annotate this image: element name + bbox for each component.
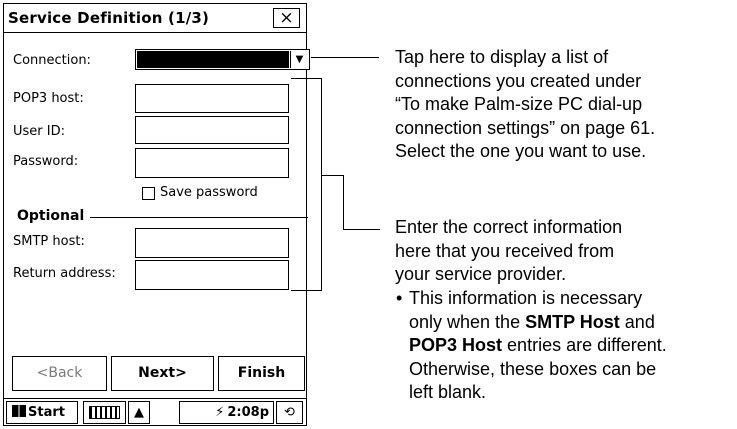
taskbar: Start ▲ ⚡ 2:08p ⟲ <box>4 398 306 426</box>
callout-line: here that you received from <box>395 240 615 261</box>
clock-tray[interactable]: ⚡ 2:08p <box>179 401 274 424</box>
pop3-host-term: POP3 Host <box>409 335 503 355</box>
bullet-note: • This information is necessary only whe… <box>396 287 736 405</box>
callout-line: connections you created under <box>395 70 642 91</box>
title-bar: Service Definition (1/3) × <box>4 4 306 33</box>
clock-time: 2:08p <box>227 405 269 420</box>
connection-icon: ⚡ <box>215 405 225 420</box>
connection-callout: Tap here to display a list of connection… <box>395 46 655 164</box>
up-arrow-icon[interactable]: ▲ <box>128 401 150 424</box>
finish-button[interactable]: Finish <box>218 356 305 391</box>
start-label: Start <box>28 405 65 420</box>
bullet-line: left blank. <box>409 382 487 402</box>
next-button[interactable]: Next> <box>111 356 214 391</box>
bracket-vertical <box>321 78 322 291</box>
bullet-line: Otherwise, these boxes can be <box>409 358 657 379</box>
callout-line: Select the one you want to use. <box>395 141 647 161</box>
pop3-host-input[interactable] <box>135 84 289 113</box>
callout-info-vertical <box>343 175 344 230</box>
bracket-top <box>291 78 322 79</box>
close-icon[interactable]: × <box>279 8 293 28</box>
sync-icon[interactable]: ⟲ <box>276 401 303 424</box>
return-address-label: Return address: <box>13 266 116 281</box>
password-input[interactable] <box>135 148 289 178</box>
window-title: Service Definition (1/3) <box>8 9 210 27</box>
bullet-text: only when the <box>409 311 521 332</box>
user-id-label: User ID: <box>13 124 65 139</box>
pop3-host-label: POP3 host: <box>13 91 84 106</box>
bullet-text: entries are different. <box>507 335 667 355</box>
bullet-text: and <box>624 311 655 332</box>
password-label: Password: <box>13 154 79 169</box>
callout-line: Tap here to display a list of <box>395 47 609 67</box>
save-password-label[interactable]: Save password <box>160 185 258 200</box>
callout-line: Enter the correct information <box>395 217 623 237</box>
callout-line: “To make Palm-size PC dial-up <box>395 94 643 114</box>
back-button[interactable]: <Back <box>12 356 107 391</box>
keyboard-icon <box>89 406 120 419</box>
callout-connector-connection <box>311 57 379 58</box>
return-address-input[interactable] <box>135 260 289 290</box>
bullet-glyph: • <box>396 288 403 308</box>
start-button[interactable]: Start <box>6 401 78 424</box>
save-password-checkbox[interactable] <box>142 187 155 200</box>
windows-logo-icon <box>12 405 26 417</box>
keyboard-button[interactable] <box>83 401 126 424</box>
callout-line: your service provider. <box>395 264 567 284</box>
connection-selected-value[interactable] <box>137 51 289 68</box>
smtp-host-label: SMTP host: <box>13 234 85 249</box>
bracket-mid-connector <box>321 175 344 176</box>
callout-info-horizontal <box>343 229 380 230</box>
smtp-host-input[interactable] <box>135 228 289 258</box>
bracket-bottom <box>291 290 322 291</box>
callout-line: connection settings” on page 61. <box>395 117 656 138</box>
connection-label: Connection: <box>13 53 91 68</box>
bullet-line: This information is necessary <box>409 288 643 308</box>
smtp-host-term: SMTP Host <box>525 311 620 332</box>
optional-section-label: Optional <box>17 208 85 224</box>
connection-select[interactable]: ▼ <box>135 49 310 70</box>
device-screen: Service Definition (1/3) × Connection: ▼… <box>3 3 310 426</box>
optional-divider <box>90 217 308 218</box>
dropdown-arrow-icon[interactable]: ▼ <box>290 51 308 68</box>
close-button[interactable]: × <box>273 8 300 28</box>
user-id-input[interactable] <box>135 116 289 144</box>
info-callout: Enter the correct information here that … <box>395 216 622 287</box>
